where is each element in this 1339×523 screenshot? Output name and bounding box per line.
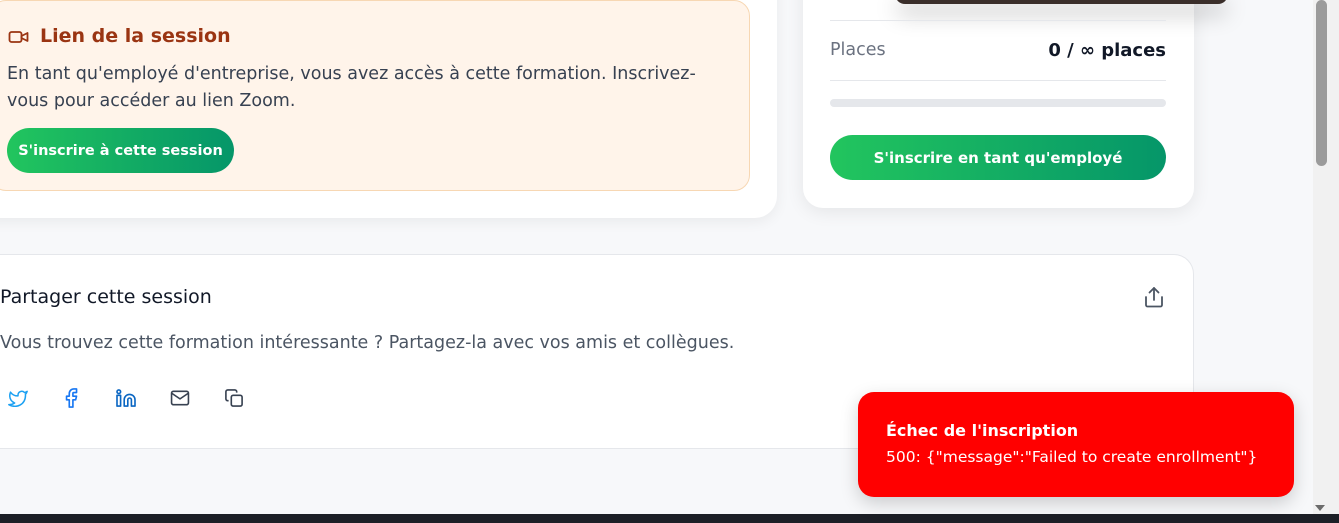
session-link-heading: Lien de la session: [8, 23, 231, 49]
share-description: Vous trouvez cette formation intéressant…: [0, 333, 735, 353]
facebook-icon[interactable]: [62, 388, 82, 408]
session-link-description: En tant qu'employé d'entreprise, vous av…: [7, 64, 696, 111]
divider: [830, 20, 1166, 21]
error-toast[interactable]: Échec de l'inscription 500: {"message":"…: [858, 392, 1294, 497]
share-buttons: [8, 388, 244, 408]
copy-icon[interactable]: [224, 388, 244, 408]
scrollbar-thumb[interactable]: [1316, 0, 1327, 166]
linkedin-icon[interactable]: [116, 388, 136, 408]
mail-icon[interactable]: [170, 388, 190, 408]
enroll-session-button[interactable]: S'inscrire à cette session: [7, 128, 234, 173]
toast-title: Échec de l'inscription: [886, 421, 1079, 440]
enroll-as-employee-button[interactable]: S'inscrire en tant qu'employé: [830, 135, 1166, 180]
share-title: Partager cette session: [0, 286, 212, 308]
places-value: 0 / ∞ places: [1048, 40, 1166, 61]
window-bottom-bar: [0, 514, 1339, 523]
session-link-title: Lien de la session: [40, 25, 231, 47]
divider: [830, 80, 1166, 81]
places-progress-bar: [830, 99, 1166, 107]
scroll-down-icon[interactable]: [1314, 498, 1326, 511]
video-icon: [8, 28, 30, 44]
share-icon[interactable]: [1143, 285, 1165, 309]
toast-message: 500: {"message":"Failed to create enroll…: [886, 448, 1258, 466]
session-link-box: Lien de la session En tant qu'employé d'…: [0, 0, 750, 191]
twitter-icon[interactable]: [8, 388, 28, 408]
session-cover-image: [895, 0, 1228, 4]
places-label: Places: [830, 40, 886, 60]
